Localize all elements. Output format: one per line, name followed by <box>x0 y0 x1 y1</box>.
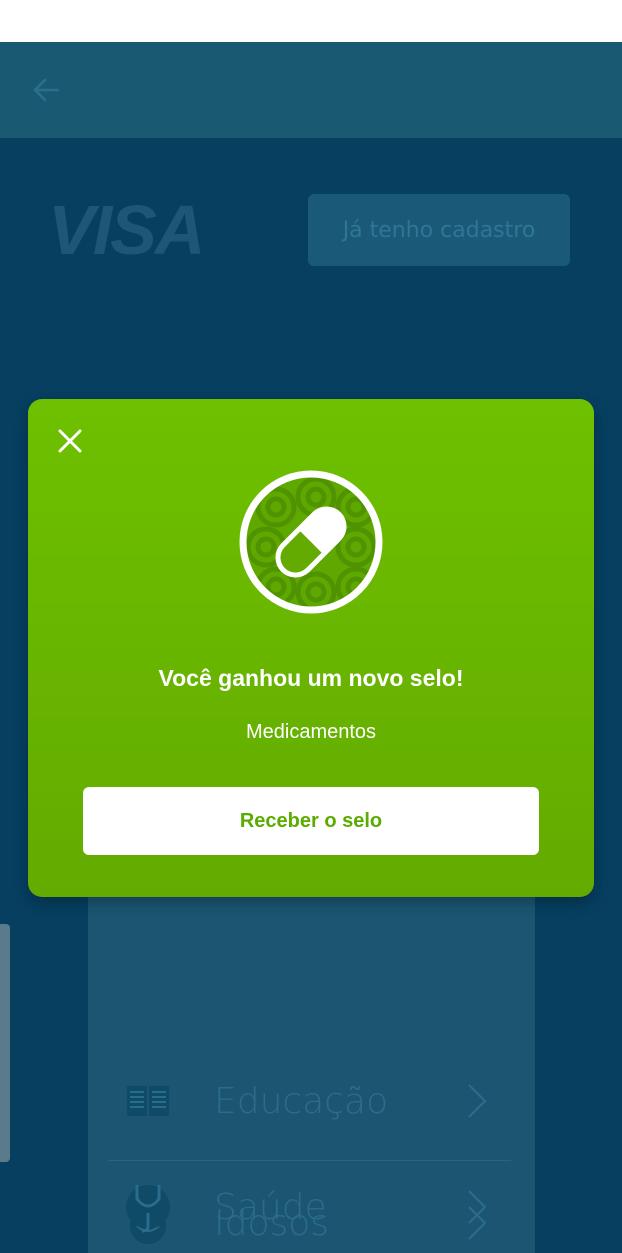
stethoscope-icon <box>120 1179 176 1235</box>
side-tab[interactable] <box>0 924 10 1162</box>
new-badge-dialog: Você ganhou um novo selo! Medicamentos R… <box>28 399 594 897</box>
list-item-label: Educação <box>214 1080 389 1122</box>
pill-badge-icon <box>239 470 383 614</box>
already-registered-button[interactable]: Já tenho cadastro <box>308 194 570 266</box>
chevron-right-icon <box>468 1084 487 1118</box>
badge-name: Medicamentos <box>245 721 377 743</box>
close-icon <box>58 429 82 453</box>
list-item-educacao[interactable]: Educação <box>108 1040 511 1162</box>
chevron-right-icon <box>468 1190 487 1224</box>
list-item-saude[interactable]: Saúde <box>108 1146 511 1253</box>
arrow-left-icon <box>33 78 60 102</box>
status-bar <box>0 0 622 42</box>
visa-logo: VISA <box>48 191 205 269</box>
dialog-title: Você ganhou um novo selo! <box>158 665 464 691</box>
list-item-label: Saúde <box>214 1186 327 1228</box>
book-icon <box>120 1073 176 1129</box>
back-button[interactable] <box>26 72 66 108</box>
close-button[interactable] <box>52 423 88 459</box>
app-bar <box>0 42 622 138</box>
receive-badge-button[interactable]: Receber o selo <box>83 787 539 855</box>
